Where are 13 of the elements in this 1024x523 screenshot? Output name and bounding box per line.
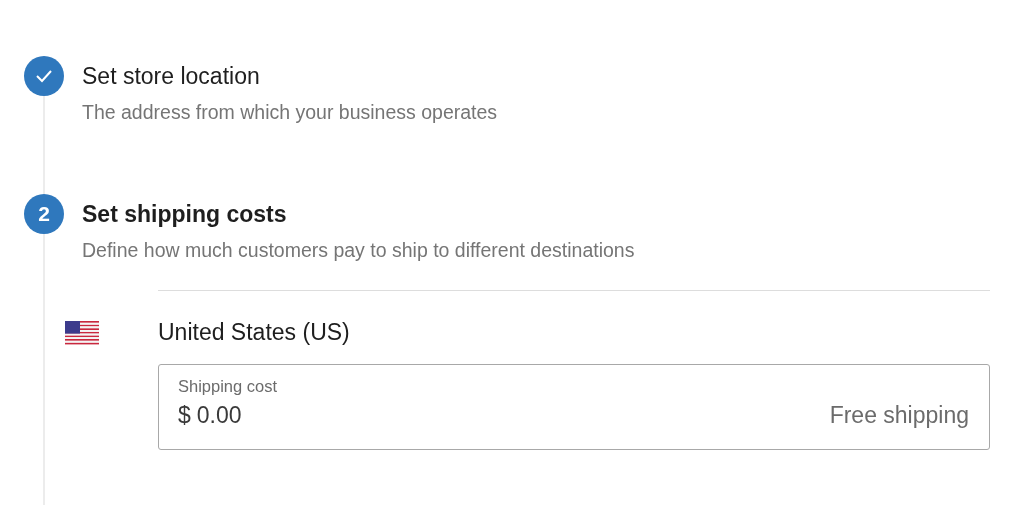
step-description: The address from which your business operates <box>82 101 499 124</box>
field-suffix: Free shipping <box>829 402 969 429</box>
flag-icon <box>65 320 99 345</box>
shipping-cost-field[interactable]: Shipping cost $ 0.00 Free shipping <box>158 364 990 450</box>
step-number: 2 <box>24 194 64 234</box>
field-label: Shipping cost <box>178 377 279 396</box>
currency-symbol: $ <box>178 402 191 429</box>
cost-input[interactable]: 0.00 <box>190 402 830 429</box>
check-icon <box>24 56 64 96</box>
country-name: United States (US) <box>158 319 351 346</box>
step-description: Define how much customers pay to ship to different destinations <box>82 239 636 262</box>
step-title: Set store location <box>82 62 261 91</box>
step-title: Set shipping costs <box>82 200 288 229</box>
